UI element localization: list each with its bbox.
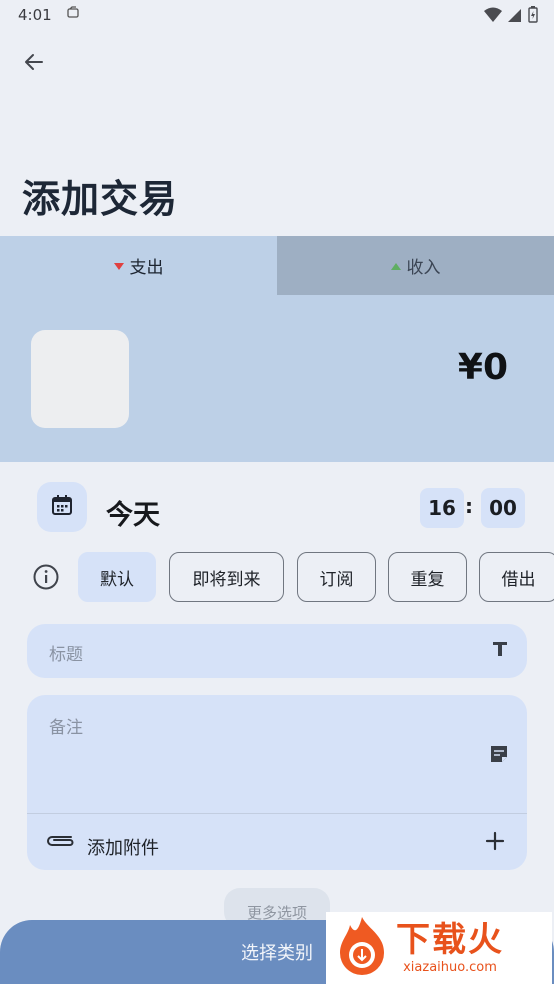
arrow-left-icon bbox=[22, 50, 46, 78]
page-title: 添加交易 bbox=[22, 177, 179, 221]
chip-upcoming[interactable]: 即将到来 bbox=[169, 552, 284, 602]
signal-icon bbox=[508, 7, 522, 27]
select-category-label: 选择类别 bbox=[241, 943, 313, 964]
plus-icon[interactable] bbox=[485, 831, 505, 855]
category-icon-placeholder[interactable] bbox=[31, 330, 129, 428]
date-picker-button[interactable] bbox=[37, 482, 87, 532]
chip-default[interactable]: 默认 bbox=[78, 552, 156, 602]
watermark-text: 下载火 xiazaihuo.com bbox=[396, 920, 504, 976]
paperclip-icon bbox=[45, 831, 75, 853]
fire-logo-icon bbox=[334, 915, 390, 981]
note-card: 备注 添加附件 bbox=[27, 695, 527, 870]
transaction-kind-chips: 默认 即将到来 订阅 重复 借出 bbox=[0, 552, 554, 602]
watermark-url: xiazaihuo.com bbox=[403, 960, 497, 975]
time-colon: : bbox=[465, 494, 473, 518]
note-placeholder[interactable]: 备注 bbox=[49, 713, 83, 738]
triangle-up-icon bbox=[390, 256, 401, 276]
tab-expense[interactable]: 支出 bbox=[0, 236, 277, 295]
amount-display[interactable]: ¥0 bbox=[458, 347, 508, 388]
transaction-type-tabs: 支出 收入 bbox=[0, 236, 554, 295]
minute-box[interactable]: 00 bbox=[481, 488, 525, 528]
add-attachment-label[interactable]: 添加附件 bbox=[87, 834, 159, 860]
hour-box[interactable]: 16 bbox=[420, 488, 464, 528]
status-bar: 4:01 bbox=[0, 0, 554, 30]
status-time: 4:01 bbox=[18, 6, 52, 24]
notification-icon bbox=[66, 6, 80, 24]
date-row: 今天 16 : 00 bbox=[0, 482, 554, 534]
chip-repeat[interactable]: 重复 bbox=[388, 552, 467, 602]
triangle-down-icon bbox=[113, 256, 124, 276]
text-format-icon bbox=[491, 640, 509, 662]
calendar-icon bbox=[51, 494, 73, 520]
tab-income-label: 收入 bbox=[406, 258, 441, 278]
status-icons bbox=[484, 6, 538, 27]
note-divider bbox=[27, 813, 527, 814]
sticky-note-icon bbox=[489, 744, 509, 768]
chip-lend[interactable]: 借出 bbox=[479, 552, 554, 602]
date-label[interactable]: 今天 bbox=[106, 493, 160, 532]
watermark: 下载火 xiazaihuo.com bbox=[326, 912, 552, 984]
title-placeholder: 标题 bbox=[49, 645, 83, 665]
amount-area: ¥0 bbox=[0, 295, 554, 462]
chip-subscription[interactable]: 订阅 bbox=[297, 552, 376, 602]
tab-income[interactable]: 收入 bbox=[277, 236, 554, 295]
watermark-brand: 下载火 bbox=[396, 920, 504, 960]
tab-expense-label: 支出 bbox=[129, 258, 164, 278]
battery-icon bbox=[528, 6, 538, 27]
title-input[interactable]: 标题 bbox=[27, 624, 527, 678]
info-icon[interactable] bbox=[32, 563, 60, 591]
back-button[interactable] bbox=[14, 44, 54, 84]
wifi-icon bbox=[484, 7, 502, 27]
